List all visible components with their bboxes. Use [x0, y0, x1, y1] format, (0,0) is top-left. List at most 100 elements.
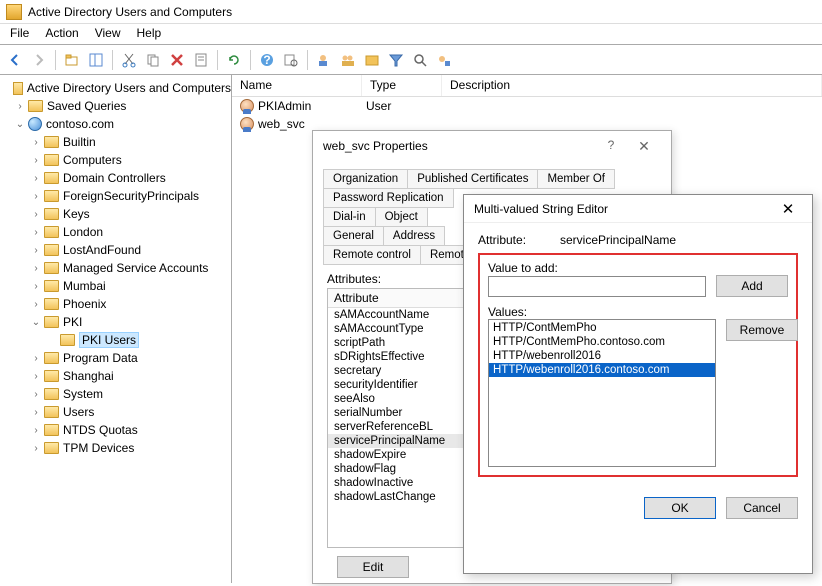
folder-icon — [44, 208, 59, 220]
value-item[interactable]: HTTP/webenroll2016 — [489, 349, 715, 363]
show-pane-icon[interactable] — [85, 49, 107, 71]
ad-root-icon — [13, 82, 23, 95]
folder-icon — [44, 352, 59, 364]
tree-lostandfound[interactable]: ›LostAndFound — [0, 241, 231, 259]
tab-object[interactable]: Object — [375, 207, 428, 227]
folder-icon — [44, 406, 59, 418]
extra-icon[interactable] — [433, 49, 455, 71]
properties-titlebar: web_svc Properties ? ✕ — [313, 131, 671, 161]
tree-phoenix[interactable]: ›Phoenix — [0, 295, 231, 313]
folder-icon — [44, 370, 59, 382]
tree-msa[interactable]: ›Managed Service Accounts — [0, 259, 231, 277]
menu-view[interactable]: View — [95, 26, 121, 40]
tab-dialin[interactable]: Dial-in — [323, 207, 376, 227]
list-item[interactable]: PKIAdmin User — [232, 97, 822, 115]
menu-file[interactable]: File — [10, 26, 29, 40]
tree-ntds[interactable]: ›NTDS Quotas — [0, 421, 231, 439]
tree-program-data[interactable]: ›Program Data — [0, 349, 231, 367]
help-icon[interactable]: ? — [256, 49, 278, 71]
multivalue-titlebar: Multi-valued String Editor ✕ — [464, 195, 812, 223]
edit-button[interactable]: Edit — [337, 556, 409, 578]
value-item[interactable]: HTTP/ContMemPho.contoso.com — [489, 335, 715, 349]
tree-system[interactable]: ›System — [0, 385, 231, 403]
new-ou-icon[interactable] — [361, 49, 383, 71]
new-group-icon[interactable] — [337, 49, 359, 71]
tree-root[interactable]: Active Directory Users and Computers — [0, 79, 231, 97]
tree-domain[interactable]: ⌄contoso.com — [0, 115, 231, 133]
tree-dc[interactable]: ›Domain Controllers — [0, 169, 231, 187]
cancel-button[interactable]: Cancel — [726, 497, 798, 519]
tab-member-of[interactable]: Member Of — [537, 169, 615, 189]
tree-users[interactable]: ›Users — [0, 403, 231, 421]
user-icon — [240, 117, 254, 131]
remove-button[interactable]: Remove — [726, 319, 798, 341]
folder-icon — [44, 262, 59, 274]
tab-published-certificates[interactable]: Published Certificates — [407, 169, 538, 189]
svg-text:?: ? — [263, 53, 270, 67]
tree-pki-users[interactable]: PKI Users — [0, 331, 231, 349]
tree-saved-queries[interactable]: ›Saved Queries — [0, 97, 231, 115]
search-icon[interactable] — [409, 49, 431, 71]
col-description[interactable]: Description — [442, 75, 822, 96]
tree-london[interactable]: ›London — [0, 223, 231, 241]
attribute-label: Attribute: — [478, 233, 560, 247]
domain-icon — [28, 117, 42, 131]
menu-action[interactable]: Action — [45, 26, 78, 40]
forward-icon — [28, 49, 50, 71]
value-to-add-label: Value to add: — [488, 261, 788, 275]
tree-fsp[interactable]: ›ForeignSecurityPrincipals — [0, 187, 231, 205]
value-to-add-input[interactable] — [488, 276, 706, 297]
tab-address[interactable]: Address — [383, 226, 445, 246]
folder-icon — [60, 334, 75, 346]
tree-computers[interactable]: ›Computers — [0, 151, 231, 169]
tree-mumbai[interactable]: ›Mumbai — [0, 277, 231, 295]
find-icon[interactable] — [280, 49, 302, 71]
ok-button[interactable]: OK — [644, 497, 716, 519]
tab-remote-control[interactable]: Remote control — [323, 245, 421, 265]
folder-icon — [44, 280, 59, 292]
filter-icon[interactable] — [385, 49, 407, 71]
tree-keys[interactable]: ›Keys — [0, 205, 231, 223]
close-icon[interactable]: ✕ — [627, 138, 661, 155]
tree-shanghai[interactable]: ›Shanghai — [0, 367, 231, 385]
tree-pane[interactable]: Active Directory Users and Computers ›Sa… — [0, 75, 232, 583]
menu-help[interactable]: Help — [137, 26, 162, 40]
close-icon[interactable]: ✕ — [774, 200, 802, 218]
value-item[interactable]: HTTP/ContMemPho — [489, 321, 715, 335]
delete-icon[interactable] — [166, 49, 188, 71]
tree-builtin[interactable]: ›Builtin — [0, 133, 231, 151]
column-headers: Name Type Description — [232, 75, 822, 97]
cut-icon[interactable] — [118, 49, 140, 71]
help-icon[interactable]: ? — [601, 138, 621, 155]
values-label: Values: — [488, 305, 788, 319]
col-name[interactable]: Name — [232, 75, 362, 96]
folder-icon — [44, 442, 59, 454]
back-icon[interactable] — [4, 49, 26, 71]
folder-icon — [44, 388, 59, 400]
tab-organization[interactable]: Organization — [323, 169, 408, 189]
properties-icon[interactable] — [190, 49, 212, 71]
folder-icon — [44, 244, 59, 256]
window-title: Active Directory Users and Computers — [28, 5, 232, 19]
tab-general[interactable]: General — [323, 226, 384, 246]
up-icon[interactable] — [61, 49, 83, 71]
values-listbox[interactable]: HTTP/ContMemPho HTTP/ContMemPho.contoso.… — [488, 319, 716, 467]
multivalue-title: Multi-valued String Editor — [474, 202, 608, 216]
add-button[interactable]: Add — [716, 275, 788, 297]
tree-pki[interactable]: ⌄PKI — [0, 313, 231, 331]
folder-icon — [44, 316, 59, 328]
folder-icon — [44, 226, 59, 238]
refresh-icon[interactable] — [223, 49, 245, 71]
multivalue-editor-dialog: Multi-valued String Editor ✕ Attribute: … — [463, 194, 813, 574]
copy-icon[interactable] — [142, 49, 164, 71]
col-type[interactable]: Type — [362, 75, 442, 96]
value-item-selected[interactable]: HTTP/webenroll2016.contoso.com — [489, 363, 715, 377]
tree-tpm[interactable]: ›TPM Devices — [0, 439, 231, 457]
folder-icon — [44, 154, 59, 166]
folder-icon — [44, 190, 59, 202]
tab-password-replication[interactable]: Password Replication — [323, 188, 454, 208]
folder-icon — [44, 136, 59, 148]
folder-icon — [44, 172, 59, 184]
highlighted-area: Value to add: Add Values: HTTP/ContMemPh… — [478, 253, 798, 477]
new-user-icon[interactable] — [313, 49, 335, 71]
